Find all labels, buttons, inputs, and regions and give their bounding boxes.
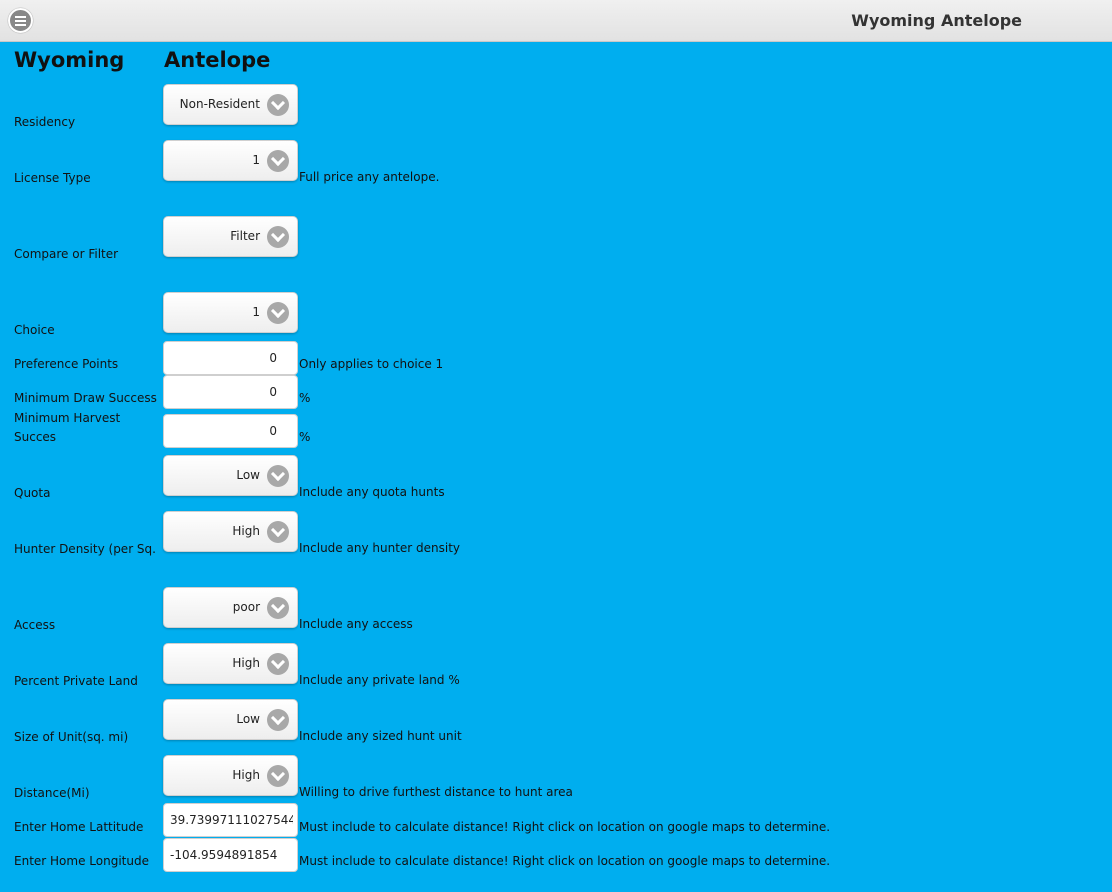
chevron-down-icon: [267, 597, 289, 619]
unit-size-select[interactable]: Low: [163, 699, 298, 740]
chevron-down-icon: [267, 765, 289, 787]
unit-size-note: Include any sized hunt unit: [299, 729, 462, 743]
home-latitude-label: Enter Home Lattitude: [14, 820, 144, 834]
min-draw-success-input[interactable]: [163, 375, 298, 409]
distance-note: Willing to drive furthest distance to hu…: [299, 785, 573, 799]
chevron-down-icon: [267, 226, 289, 248]
preference-points-label: Preference Points: [14, 357, 119, 371]
hunter-density-note: Include any hunter density: [299, 541, 461, 555]
compare-filter-value: Filter: [230, 229, 260, 243]
hunter-density-select[interactable]: High: [163, 511, 298, 552]
distance-select[interactable]: High: [163, 755, 298, 796]
residency-label: Residency: [14, 115, 76, 129]
private-land-select[interactable]: High: [163, 643, 298, 684]
license-type-value: 1: [252, 153, 260, 167]
access-label: Access: [14, 618, 56, 632]
chevron-down-icon: [267, 709, 289, 731]
min-draw-success-note: %: [299, 391, 311, 405]
chevron-down-icon: [267, 150, 289, 172]
license-type-select[interactable]: 1: [163, 140, 298, 181]
access-select[interactable]: poor: [163, 587, 298, 628]
private-land-value: High: [232, 656, 260, 670]
min-harvest-success-label-2: Succes: [14, 430, 57, 444]
state-heading: Wyoming: [14, 48, 125, 72]
chevron-down-icon: [267, 94, 289, 116]
min-draw-success-label: Minimum Draw Success: [14, 391, 157, 405]
min-harvest-success-input[interactable]: [163, 414, 298, 448]
preference-points-input[interactable]: [163, 341, 298, 375]
species-heading: Antelope: [164, 48, 271, 72]
license-type-label: License Type: [14, 171, 91, 185]
quota-select[interactable]: Low: [163, 455, 298, 496]
preference-points-note: Only applies to choice 1: [299, 357, 444, 371]
quota-value: Low: [236, 468, 260, 482]
home-longitude-label: Enter Home Longitude: [14, 854, 149, 868]
home-longitude-input[interactable]: [163, 838, 298, 872]
residency-value: Non-Resident: [179, 97, 260, 111]
access-note: Include any access: [299, 617, 413, 631]
residency-select[interactable]: Non-Resident: [163, 84, 298, 125]
distance-value: High: [232, 768, 260, 782]
menu-icon[interactable]: [8, 8, 33, 33]
min-harvest-success-label-1: Minimum Harvest: [14, 411, 121, 425]
top-bar: Wyoming Antelope: [0, 0, 1112, 42]
app-title: Wyoming Antelope: [851, 11, 1022, 30]
chevron-down-icon: [267, 302, 289, 324]
unit-size-value: Low: [236, 712, 260, 726]
distance-label: Distance(Mi): [14, 786, 90, 800]
license-type-note: Full price any antelope.: [299, 170, 440, 184]
private-land-note: Include any private land %: [299, 673, 460, 687]
quota-label: Quota: [14, 486, 51, 500]
chevron-down-icon: [267, 465, 289, 487]
hunter-density-label: Hunter Density (per Sq.: [14, 542, 156, 556]
choice-value: 1: [252, 305, 260, 319]
home-latitude-input[interactable]: [163, 803, 298, 837]
chevron-down-icon: [267, 653, 289, 675]
access-value: poor: [232, 600, 260, 614]
choice-label: Choice: [14, 323, 55, 337]
home-latitude-note: Must include to calculate distance! Righ…: [299, 820, 831, 834]
private-land-label: Percent Private Land: [14, 674, 138, 688]
compare-filter-label: Compare or Filter: [14, 247, 119, 261]
hunter-density-value: High: [232, 524, 260, 538]
unit-size-label: Size of Unit(sq. mi): [14, 730, 129, 744]
home-longitude-note: Must include to calculate distance! Righ…: [299, 854, 831, 868]
chevron-down-icon: [267, 521, 289, 543]
choice-select[interactable]: 1: [163, 292, 298, 333]
quota-note: Include any quota hunts: [299, 485, 445, 499]
compare-filter-select[interactable]: Filter: [163, 216, 298, 257]
min-harvest-success-note: %: [299, 430, 311, 444]
